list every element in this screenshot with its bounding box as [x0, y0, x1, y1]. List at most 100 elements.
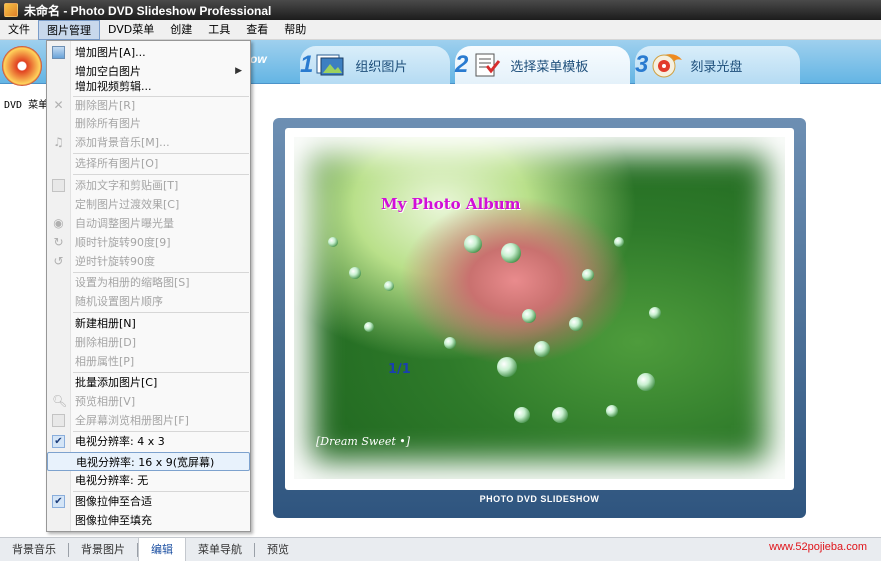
water-drop — [501, 243, 521, 263]
delete-icon: ✕ — [53, 98, 64, 112]
step-burn-disc[interactable]: 3 刻录光盘 — [635, 46, 800, 84]
add-image-icon — [52, 46, 65, 59]
menu-item-label: 增加视频剪辑... — [75, 80, 152, 93]
menu-item-set-thumbnail[interactable]: 设置为相册的缩略图[S] — [47, 273, 250, 292]
signature-clipart: [Dream Sweet •] — [316, 435, 411, 448]
menu-item-label: 图像拉伸至合适 — [75, 495, 152, 508]
watermark-text: www.52pojieba.com — [769, 541, 867, 553]
water-drop — [582, 269, 594, 281]
tab-background-music[interactable]: 背景音乐 — [0, 538, 68, 561]
water-drop — [522, 309, 536, 323]
preview-frame: My Photo Album 1/1 [Dream Sweet •] PHOTO… — [273, 118, 806, 518]
title-bar: 未命名 - Photo DVD Slideshow Professional — [0, 0, 881, 20]
menu-item-label: 图像拉伸至填充 — [75, 514, 152, 527]
menu-item-preview-album[interactable]: 🔍︎ 预览相册[V] — [47, 392, 250, 411]
menu-item-new-album[interactable]: 新建相册[N] — [47, 314, 250, 333]
menu-item-label: 选择所有图片[O] — [75, 157, 159, 170]
menu-item-label: 删除所有图片 — [75, 117, 141, 130]
preview-canvas: My Photo Album 1/1 [Dream Sweet •] — [285, 128, 794, 490]
app-logo-text: ow — [250, 52, 267, 66]
tab-background-image[interactable]: 背景图片 — [69, 538, 137, 561]
water-drop — [364, 322, 374, 332]
water-drop — [514, 407, 530, 423]
menu-item-label: 顺时针旋转90度[9] — [75, 236, 171, 249]
menu-tools[interactable]: 工具 — [200, 20, 238, 40]
exposure-icon: ◉ — [53, 216, 64, 230]
menu-item-rotate-counterclockwise[interactable]: ↺ 逆时针旋转90度 — [47, 252, 250, 271]
page-indicator: 1/1 — [388, 362, 411, 377]
menu-item-label: 预览相册[V] — [75, 395, 136, 408]
menu-file[interactable]: 文件 — [0, 20, 38, 40]
water-drop — [328, 237, 338, 247]
menu-item-label: 删除图片[R] — [75, 99, 136, 112]
menu-item-label: 增加图片[A]... — [75, 46, 146, 59]
tab-edit[interactable]: 编辑 — [138, 537, 186, 561]
menu-item-fullscreen-browse[interactable]: 全屏幕浏览相册图片[F] — [47, 411, 250, 430]
step-label: 组织图片 — [355, 59, 408, 75]
water-drop — [606, 405, 618, 417]
menu-item-label: 添加背景音乐[M]... — [75, 136, 170, 149]
menu-item-add-video-clip[interactable]: 增加视频剪辑... — [47, 77, 250, 96]
water-drop — [534, 341, 550, 357]
fullscreen-icon — [52, 414, 65, 427]
menu-item-label: 相册属性[P] — [75, 355, 135, 368]
menu-item-custom-transition[interactable]: 定制图片过渡效果[C] — [47, 195, 250, 214]
dvd-menu-label: DVD 菜单 — [4, 100, 49, 111]
menu-view[interactable]: 查看 — [238, 20, 276, 40]
music-note-icon: ♫ — [53, 135, 64, 149]
tab-preview[interactable]: 预览 — [255, 538, 301, 561]
menu-item-auto-exposure[interactable]: ◉ 自动调整图片曝光量 — [47, 214, 250, 233]
menu-item-delete-all-images[interactable]: 删除所有图片 — [47, 114, 250, 133]
menu-item-label: 随机设置图片顺序 — [75, 295, 163, 308]
album-title[interactable]: My Photo Album — [381, 195, 521, 213]
menu-item-label: 电视分辨率: 16 x 9(宽屏幕) — [76, 456, 215, 469]
menu-separator — [73, 174, 249, 175]
menu-item-label: 删除相册[D] — [75, 336, 137, 349]
menu-item-delete-image[interactable]: ✕ 删除图片[R] — [47, 96, 250, 115]
step-number: 3 — [635, 51, 649, 78]
menu-item-rotate-clockwise[interactable]: ↻ 顺时针旋转90度[9] — [47, 233, 250, 252]
menu-item-select-all[interactable]: 选择所有图片[O] — [47, 154, 250, 173]
water-drop — [649, 307, 661, 319]
menu-item-tv-resolution-none[interactable]: 电视分辨率: 无 — [47, 471, 250, 490]
menu-item-label: 全屏幕浏览相册图片[F] — [75, 414, 189, 427]
step-number: 1 — [300, 51, 314, 78]
menu-item-tv-resolution-4x3[interactable]: ✔ 电视分辨率: 4 x 3 — [47, 432, 250, 451]
menu-item-delete-album[interactable]: 删除相册[D] — [47, 333, 250, 352]
water-drop — [384, 281, 394, 291]
menu-item-stretch-fit[interactable]: ✔ 图像拉伸至合适 — [47, 492, 250, 511]
bottom-tab-bar: 背景音乐 背景图片 编辑 菜单导航 预览 — [0, 537, 881, 561]
menu-item-label: 电视分辨率: 无 — [75, 474, 149, 487]
menu-item-album-properties[interactable]: 相册属性[P] — [47, 352, 250, 371]
menu-item-add-background-music[interactable]: ♫ 添加背景音乐[M]... — [47, 133, 250, 152]
menu-bar: 文件 图片管理 DVD菜单 创建 工具 查看 帮助 — [0, 19, 881, 40]
water-drop — [552, 407, 568, 423]
image-management-dropdown: 增加图片[A]... 增加空白图片 ▶ 增加视频剪辑... ✕ 删除图片[R] … — [46, 40, 251, 532]
menu-dvd-menu[interactable]: DVD菜单 — [100, 20, 162, 40]
menu-item-batch-add-images[interactable]: 批量添加图片[C] — [47, 373, 250, 392]
burn-disc-icon — [650, 52, 684, 78]
tab-menu-navigation[interactable]: 菜单导航 — [186, 538, 254, 561]
water-drop — [444, 337, 456, 349]
water-drop — [497, 357, 517, 377]
step-label: 刻录光盘 — [690, 59, 743, 75]
menu-template-icon — [470, 52, 504, 78]
menu-create[interactable]: 创建 — [162, 20, 200, 40]
menu-item-random-order[interactable]: 随机设置图片顺序 — [47, 292, 250, 311]
photo-organize-icon — [315, 52, 349, 78]
menu-item-tv-resolution-16x9[interactable]: 电视分辨率: 16 x 9(宽屏幕) — [47, 452, 250, 471]
menu-item-add-image[interactable]: 增加图片[A]... — [47, 43, 250, 62]
menu-item-add-text-clipart[interactable]: 添加文字和剪贴画[T] — [47, 176, 250, 195]
preview-magnifier-icon: 🔍︎ — [52, 394, 68, 408]
menu-item-label: 添加文字和剪贴画[T] — [75, 179, 179, 192]
menu-image-management[interactable]: 图片管理 — [38, 19, 100, 40]
step-organize-photos[interactable]: 1 组织图片 — [300, 46, 450, 84]
app-icon — [4, 3, 18, 17]
rotate-ccw-icon: ↺ — [53, 254, 64, 268]
step-select-menu-template[interactable]: 2 选择菜单模板 — [455, 46, 630, 84]
menu-help[interactable]: 帮助 — [276, 20, 314, 40]
menu-item-label: 设置为相册的缩略图[S] — [75, 276, 190, 289]
menu-item-stretch-fill[interactable]: 图像拉伸至填充 — [47, 511, 250, 530]
step-label: 选择菜单模板 — [510, 59, 589, 75]
menu-item-label: 新建相册[N] — [75, 317, 136, 330]
